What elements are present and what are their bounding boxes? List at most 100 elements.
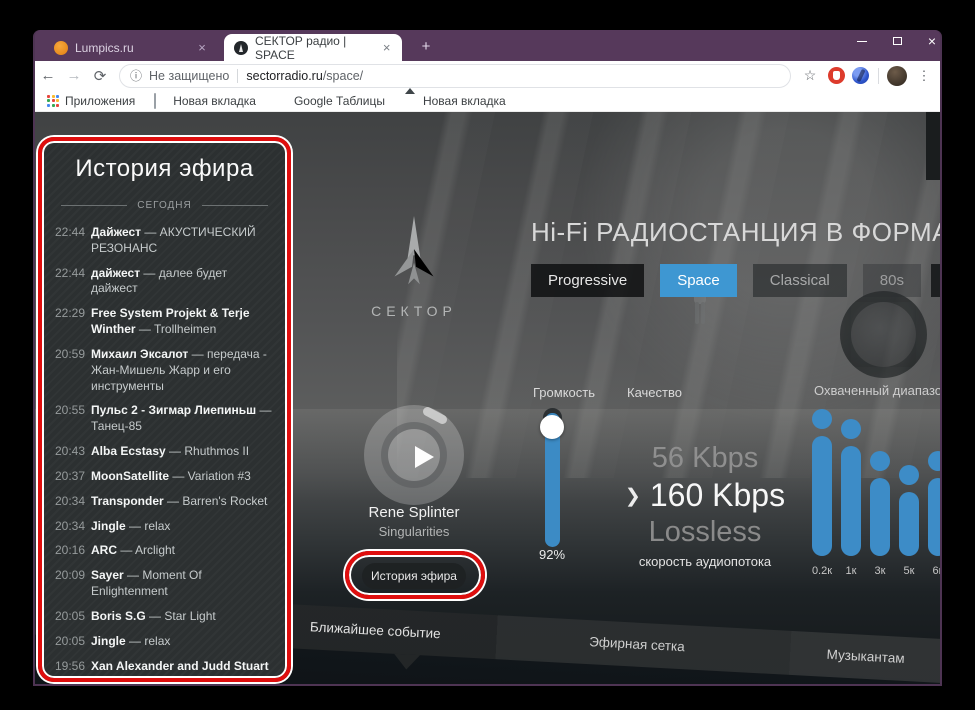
format-tab-classical[interactable]: Classical [752,264,847,297]
divider [878,67,879,84]
entry-time: 20:34 [55,493,86,508]
bookmark-label: Приложения [65,93,136,108]
tab-for-musicians[interactable]: Музыкантам [825,633,905,681]
format-tab-partial[interactable] [931,264,940,297]
format-tab-80s[interactable]: 80s [862,264,921,297]
bookmark-new-tab[interactable]: Новая вкладка [154,93,256,109]
entry-time: 20:37 [55,468,86,483]
quality-option-lossless[interactable]: Lossless [590,516,820,549]
entry-time: 20:34 [55,518,86,533]
entry-time: 19:56 [55,658,86,673]
top-right-dark-block [926,112,940,180]
history-entry[interactable]: 20:05 Boris S.G — Star Light [55,609,276,625]
tab-lumpics[interactable]: Lumpics.ru × [42,34,218,61]
entry-text: Jingle — relax [91,633,171,648]
history-entry[interactable]: 20:34 Transponder — Barren's Rocket [55,494,276,510]
minimize-button[interactable] [847,30,877,52]
browser-toolbar: ← → ⟳ ⓘ Не защищено sectorradio.ru /spac… [35,61,940,90]
close-tab-icon[interactable]: × [194,40,210,55]
day-label: сегодня [137,200,192,211]
history-entry[interactable]: 20:55 Пульс 2 - Зигмар Лиепиньш — Танец-… [55,403,276,435]
history-button[interactable]: История эфира [362,563,466,589]
history-entry[interactable]: 20:59 Михаил Эксалот — передача - Жан-Ми… [55,347,276,394]
history-list: 22:44 Дайжест — АКУСТИЧЕСКИЙ РЕЗОНАНС 22… [43,223,286,677]
entry-text: MoonSatellite — Variation #3 [91,468,251,483]
play-button[interactable] [364,405,464,505]
screenshot-stage: Lumpics.ru × СЕКТОР радио | SPACE × + × … [0,0,975,710]
bookmark-apps[interactable]: Приложения [47,94,135,108]
format-tabs: Progressive Space Classical 80s [531,264,921,297]
entry-text: Дайжест — АКУСТИЧЕСКИЙ РЕЗОНАНС [91,225,256,255]
history-entry[interactable]: 22:44 дайжест — далее будет дайжест [55,266,276,298]
history-entry[interactable]: 20:34 Jingle — relax [55,519,276,535]
range-band-3к: 3к [870,406,890,577]
bookmark-label: Google Таблицы [293,93,385,108]
close-window-button[interactable]: × [917,30,947,52]
now-playing-track: Singularities [378,524,450,539]
range-band-1к: 1к [841,406,861,577]
page-content: СЕКТОР Hi-Fi РАДИОСТАНЦИЯ В ФОРМАТАХ ( P… [35,112,940,684]
format-tab-space[interactable]: Space [660,264,737,297]
quality-option-56[interactable]: 56 Kbps [590,442,820,475]
lumpics-favicon [54,40,68,55]
entry-text: Sayer — Moment Of Enlightenment [91,568,202,599]
background-emblem-ring [840,291,927,378]
sheets-icon [275,94,288,107]
back-icon[interactable]: ← [35,67,61,84]
history-entry[interactable]: 22:44 Дайжест — АКУСТИЧЕСКИЙ РЕЗОНАНС [55,225,276,257]
bookmark-google-sheets[interactable]: Google Таблицы [275,94,385,108]
quality-option-160[interactable]: ❯ 160 Kbps [590,477,820,514]
extension-red-icon[interactable] [828,67,845,84]
volume-value: 92% [538,547,566,562]
tab-upcoming-event[interactable]: Ближайшее событие [309,605,442,656]
close-tab-icon[interactable]: × [379,40,394,55]
station-logo-text: СЕКТОР [371,303,457,319]
entry-text: дайжест — далее будет дайжест [91,265,228,296]
extension-blue-icon[interactable] [852,67,869,84]
browser-menu-icon[interactable]: ⋮ [914,68,934,84]
apps-grid-icon [47,94,59,107]
history-entry[interactable]: 20:43 Alba Ecstasy — Rhuthmos II [55,444,276,460]
bookmark-new-tab-2[interactable]: Новая вкладка [404,94,506,108]
entry-time: 20:05 [55,608,86,623]
history-entry[interactable]: 22:29 Free System Projekt & Terje Winthe… [55,306,276,338]
maximize-button[interactable] [882,30,912,52]
bookmark-label: Новая вкладка [422,93,506,108]
entry-text: Jingle — relax [91,518,171,533]
tab-broadcast-grid[interactable]: Эфирная сетка [588,620,686,669]
entry-time: 20:43 [55,444,86,459]
reload-icon[interactable]: ⟳ [87,67,113,85]
history-entry[interactable]: 20:05 Jingle — relax [55,634,276,650]
range-band-0.2к: 0.2к [812,406,832,577]
station-headline: Hi-Fi РАДИОСТАНЦИЯ В ФОРМАТАХ ( [531,217,940,247]
bookmark-star-icon[interactable]: ☆ [799,67,821,84]
volume-label: Громкость [533,385,595,400]
quality-caption: скорость аудиопотока [638,554,772,569]
broadcast-history-panel: История эфира сегодня 22:44 Дайжест — АК… [43,142,286,677]
divider [237,68,239,83]
rocket-icon [394,216,434,285]
volume-knob[interactable] [540,415,564,439]
address-bar[interactable]: ⓘ Не защищено sectorradio.ru /space/ [119,63,791,88]
entry-time: 22:29 [55,306,86,321]
entry-text: Михаил Эксалот — передача - Жан-Мишель Ж… [91,346,267,393]
site-info-icon[interactable]: ⓘ [130,67,142,84]
entry-time: 22:44 [55,225,86,239]
entry-time: 20:09 [55,568,86,583]
history-entry[interactable]: 19:56 Xan Alexander and Judd Stuart — Tr… [55,659,276,677]
sektor-favicon [234,40,248,55]
security-label: Не защищено [149,68,230,83]
history-entry[interactable]: 20:37 MoonSatellite — Variation #3 [55,469,276,485]
forward-icon[interactable]: → [61,67,87,84]
history-entry[interactable]: 20:16 ARC — Arclight [55,543,276,559]
history-entry[interactable]: 20:09 Sayer — Moment Of Enlightenment [55,568,276,600]
entry-text: Free System Projekt & Terje Winther — Tr… [91,306,250,337]
range-band-6к: 6к [928,406,940,577]
browser-titlebar: Lumpics.ru × СЕКТОР радио | SPACE × + × [35,30,940,62]
tab-sektor-radio[interactable]: СЕКТОР радио | SPACE × [224,34,402,62]
new-tab-button[interactable]: + [417,38,435,56]
station-logo: СЕКТОР [365,216,463,319]
play-button-ring [381,422,447,488]
format-tab-progressive[interactable]: Progressive [531,264,645,297]
profile-avatar[interactable] [887,65,907,86]
